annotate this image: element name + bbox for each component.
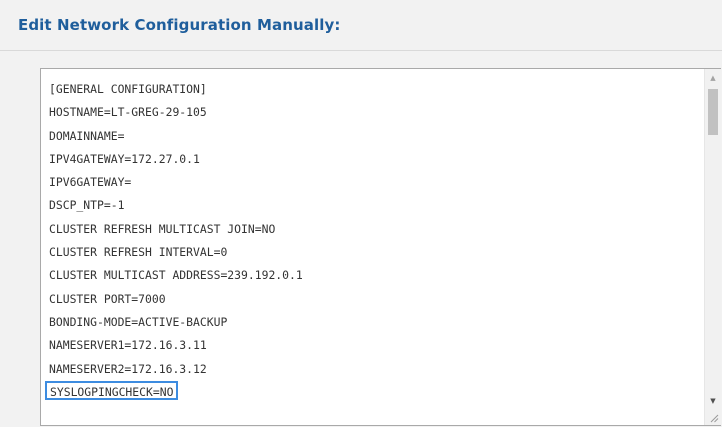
config-lines: [GENERAL CONFIGURATION] HOSTNAME=LT-GREG… (41, 69, 705, 400)
config-line: IPV6GATEWAY= (49, 175, 132, 190)
config-line: BONDING-MODE=ACTIVE-BACKUP (49, 314, 228, 329)
config-line: CLUSTER REFRESH INTERVAL=0 (49, 245, 228, 260)
config-line: IPV4GATEWAY=172.27.0.1 (49, 151, 200, 166)
vertical-scrollbar[interactable]: ▲ ▼ (704, 69, 721, 425)
network-config-textarea[interactable]: [GENERAL CONFIGURATION] HOSTNAME=LT-GREG… (40, 68, 721, 426)
selected-config-line[interactable]: SYSLOGPINGCHECK=NO (45, 380, 179, 400)
config-line: DSCP_NTP=-1 (49, 198, 125, 213)
config-line: NAMESERVER2=172.16.3.12 (49, 361, 207, 376)
config-line: HOSTNAME=LT-GREG-29-105 (49, 105, 207, 120)
section-header: Edit Network Configuration Manually: (0, 0, 722, 51)
config-line: CLUSTER MULTICAST ADDRESS=239.192.0.1 (49, 268, 303, 283)
scroll-down-arrow-icon[interactable]: ▼ (705, 392, 721, 409)
config-line: DOMAINNAME= (49, 128, 125, 143)
config-panel: [GENERAL CONFIGURATION] HOSTNAME=LT-GREG… (0, 51, 722, 427)
config-line: CLUSTER PORT=7000 (49, 291, 166, 306)
config-line: NAMESERVER1=172.16.3.11 (49, 338, 207, 353)
config-line: CLUSTER REFRESH MULTICAST JOIN=NO (49, 221, 276, 236)
scrollbar-thumb[interactable] (708, 89, 718, 135)
config-line: [GENERAL CONFIGURATION] (49, 82, 207, 96)
resize-grip-icon[interactable] (709, 413, 719, 423)
scroll-up-arrow-icon[interactable]: ▲ (705, 69, 721, 86)
page-title: Edit Network Configuration Manually: (18, 16, 341, 34)
